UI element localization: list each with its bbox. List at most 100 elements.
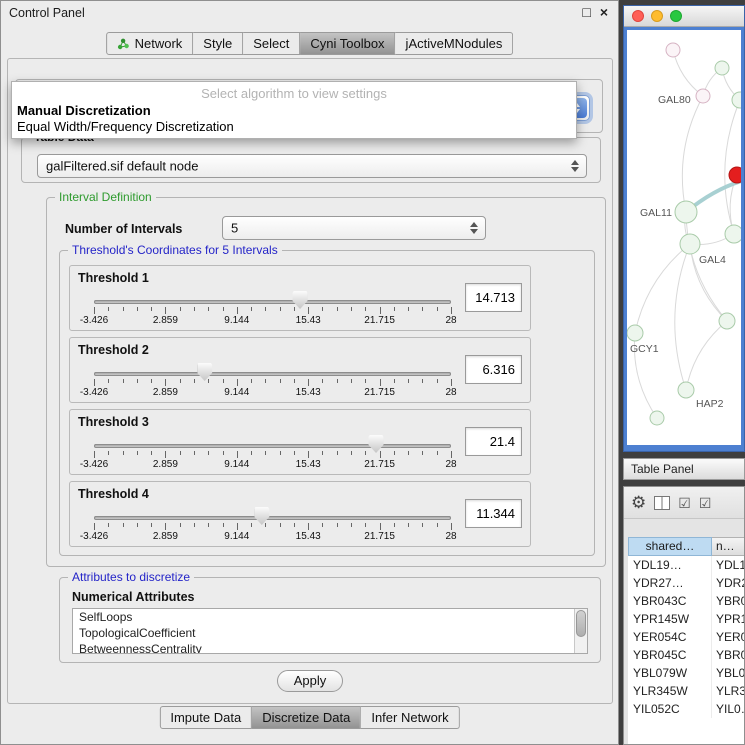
attributes-scrollbar[interactable]	[574, 609, 587, 653]
dropdown-item-manual-discretization[interactable]: Manual Discretization	[12, 103, 576, 119]
column-header-shared-name[interactable]: shared…	[628, 537, 712, 556]
cell-name[interactable]: YPR1…	[712, 610, 744, 628]
slider-track[interactable]	[94, 372, 451, 376]
cell-name[interactable]: YBR0…	[712, 592, 744, 610]
checkbox-icon[interactable]: ☑	[699, 496, 712, 510]
threshold-slider-2[interactable]: -3.4262.8599.14415.4321.71528	[94, 360, 451, 400]
table-row[interactable]: YPR145WYPR1…	[628, 610, 744, 628]
float-window-button[interactable]: □	[582, 4, 590, 20]
network-node[interactable]	[696, 89, 710, 103]
cell-name[interactable]: YDR2…	[712, 574, 744, 592]
table-row[interactable]: YBR043CYBR0…	[628, 592, 744, 610]
table-data-combobox[interactable]: galFiltered.sif default node	[37, 154, 587, 178]
threshold-value-field[interactable]: 11.344	[465, 499, 522, 528]
cell-shared-name[interactable]: YER054C	[628, 628, 712, 646]
mac-minimize-button[interactable]	[651, 10, 663, 22]
cell-name[interactable]: YBL0…	[712, 664, 744, 682]
cell-shared-name[interactable]: YPR145W	[628, 610, 712, 628]
dropdown-item-equal-width-frequency[interactable]: Equal Width/Frequency Discretization	[12, 119, 576, 135]
cell-name[interactable]: YDL1…	[712, 556, 744, 574]
threshold-value-field[interactable]: 6.316	[465, 355, 522, 384]
slider-track[interactable]	[94, 516, 451, 520]
numerical-attributes-list[interactable]: SelfLoopsTopologicalCoefficientBetweenne…	[72, 608, 588, 654]
network-node[interactable]	[666, 43, 680, 57]
number-of-intervals-combobox[interactable]: 5	[222, 216, 486, 240]
cell-shared-name[interactable]: YBR045C	[628, 646, 712, 664]
network-graph[interactable]: GAL80GAL11GAL4GCY1HAP2	[627, 30, 741, 445]
columns-icon[interactable]	[654, 496, 670, 510]
tab-label: Impute Data	[170, 710, 241, 725]
table-row[interactable]: YBL079WYBL0…	[628, 664, 744, 682]
network-edge[interactable]	[682, 96, 703, 212]
tab-discretize-data[interactable]: Discretize Data	[252, 706, 361, 729]
threshold-value-field[interactable]: 21.4	[465, 427, 522, 456]
gear-icon[interactable]: ⚙	[631, 494, 646, 511]
threshold-slider-3[interactable]: -3.4262.8599.14415.4321.71528	[94, 432, 451, 472]
tab-label: Style	[203, 36, 232, 51]
attribute-item[interactable]: BetweennessCentrality	[73, 641, 587, 654]
network-edge[interactable]	[686, 321, 727, 390]
node-label: GAL80	[658, 94, 691, 106]
cell-shared-name[interactable]: YBL079W	[628, 664, 712, 682]
threshold-value-field[interactable]: 14.713	[465, 283, 522, 312]
tab-impute-data[interactable]: Impute Data	[159, 706, 252, 729]
attribute-item[interactable]: TopologicalCoefficient	[73, 625, 587, 641]
network-node[interactable]	[650, 411, 664, 425]
tab-jactivemnodules[interactable]: jActiveMNodules	[396, 32, 514, 55]
tab-style[interactable]: Style	[193, 32, 243, 55]
control-panel-window: Control Panel □ × NetworkStyleSelectCyni…	[0, 0, 619, 745]
table-row[interactable]: YER054CYER0…	[628, 628, 744, 646]
tab-cyni-toolbox[interactable]: Cyni Toolbox	[300, 32, 395, 55]
numerical-attributes-label: Numerical Attributes	[72, 590, 194, 604]
cell-shared-name[interactable]: YDL19…	[628, 556, 712, 574]
network-edge[interactable]	[673, 50, 703, 96]
close-window-button[interactable]: ×	[600, 4, 608, 20]
table-row[interactable]: YLR345WYLR3…	[628, 682, 744, 700]
network-node[interactable]	[715, 61, 729, 75]
cell-name[interactable]: YIL0…	[712, 700, 744, 718]
table-row[interactable]: YIL052CYIL0…	[628, 700, 744, 718]
tab-label: Infer Network	[371, 710, 448, 725]
combobox-stepper-icon[interactable]	[569, 158, 581, 174]
network-node[interactable]	[680, 234, 700, 254]
tab-infer-network[interactable]: Infer Network	[361, 706, 459, 729]
table-row[interactable]: YDR27…YDR2…	[628, 574, 744, 592]
number-of-intervals-label: Number of Intervals	[65, 222, 182, 236]
cell-name[interactable]: YLR3…	[712, 682, 744, 700]
cell-shared-name[interactable]: YLR345W	[628, 682, 712, 700]
combobox-stepper-icon[interactable]	[468, 220, 480, 236]
network-edge[interactable]	[635, 244, 690, 333]
mac-zoom-button[interactable]	[670, 10, 682, 22]
slider-track[interactable]	[94, 300, 451, 304]
cell-shared-name[interactable]: YBR043C	[628, 592, 712, 610]
tab-select[interactable]: Select	[243, 32, 300, 55]
threshold-slider-4[interactable]: -3.4262.8599.14415.4321.71528	[94, 504, 451, 544]
mac-close-button[interactable]	[632, 10, 644, 22]
attribute-item[interactable]: SelfLoops	[73, 609, 587, 625]
threshold-slider-1[interactable]: -3.4262.8599.14415.4321.71528	[94, 288, 451, 328]
apply-button[interactable]: Apply	[277, 670, 343, 692]
table-panel-header[interactable]: Table Panel	[623, 458, 745, 480]
cell-name[interactable]: YER0…	[712, 628, 744, 646]
table-row[interactable]: YDL19…YDL1…	[628, 556, 744, 574]
network-node[interactable]	[732, 92, 741, 108]
network-node[interactable]	[725, 225, 741, 243]
cell-shared-name[interactable]: YIL052C	[628, 700, 712, 718]
network-node[interactable]	[627, 325, 643, 341]
thresholds-coordinates-group: Threshold's Coordinates for 5 Intervals …	[59, 250, 595, 556]
network-node[interactable]	[675, 201, 697, 223]
network-node[interactable]	[678, 382, 694, 398]
scrollbar-thumb[interactable]	[576, 610, 586, 637]
table-row[interactable]: YBR045CYBR0…	[628, 646, 744, 664]
column-header-name[interactable]: n…	[712, 537, 744, 556]
network-canvas[interactable]: GAL80GAL11GAL4GCY1HAP2	[627, 30, 741, 445]
cell-name[interactable]: YBR0…	[712, 646, 744, 664]
checkbox-icon[interactable]: ☑	[678, 496, 691, 510]
tab-network[interactable]: Network	[106, 32, 194, 55]
cell-shared-name[interactable]: YDR27…	[628, 574, 712, 592]
network-node[interactable]	[719, 313, 735, 329]
network-edge[interactable]	[686, 212, 727, 321]
network-edge[interactable]	[675, 244, 690, 390]
network-node[interactable]	[729, 167, 741, 183]
slider-track[interactable]	[94, 444, 451, 448]
